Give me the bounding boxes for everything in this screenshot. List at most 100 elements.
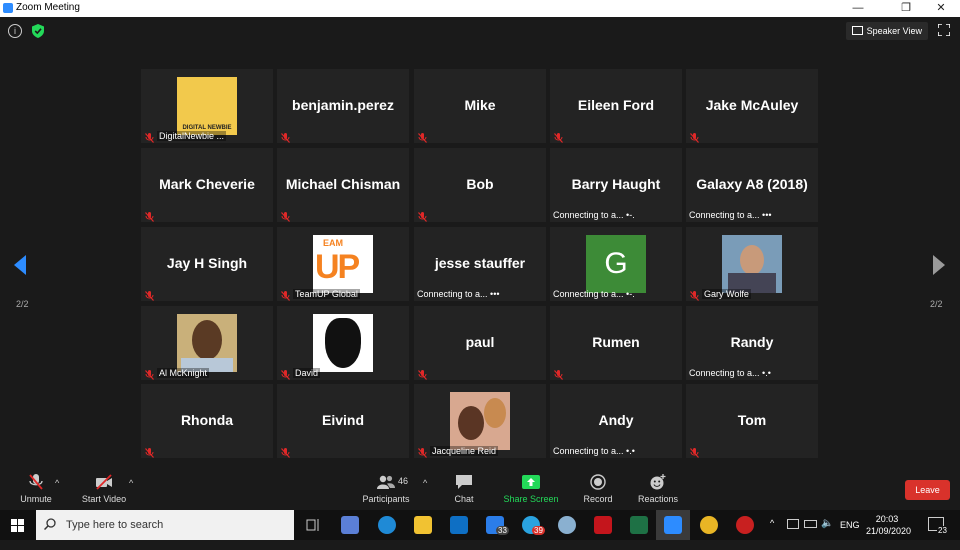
- participant-name: Jake McAuley: [705, 97, 799, 113]
- participant-tile[interactable]: Rhonda: [141, 384, 273, 458]
- task-view-icon[interactable]: [304, 516, 322, 534]
- shield-icon[interactable]: [32, 24, 44, 38]
- minimize-button[interactable]: —: [844, 0, 872, 17]
- close-button[interactable]: ✕: [927, 0, 955, 17]
- anonymous-mask-image: [313, 314, 373, 372]
- participant-name: jesse stauffer: [434, 255, 526, 271]
- share-screen-button[interactable]: Share Screen: [503, 474, 559, 504]
- participant-label: Jacqueline Reid: [430, 446, 499, 456]
- participant-tile[interactable]: Rumen: [550, 306, 682, 380]
- zoom-icon: [664, 516, 682, 534]
- muted-mic-icon: [145, 288, 154, 301]
- participant-tile[interactable]: Barry Haught Connecting to a... •-.: [550, 148, 682, 222]
- participant-name: Rhonda: [180, 412, 234, 428]
- participant-tile[interactable]: Tom: [686, 384, 818, 458]
- zoom-app-icon: [3, 3, 13, 13]
- muted-mic-icon: [145, 445, 154, 458]
- chrome-icon[interactable]: [700, 516, 718, 534]
- network-icon[interactable]: [787, 519, 799, 529]
- language-indicator[interactable]: ENG: [840, 520, 860, 550]
- taskbar-search-box[interactable]: Type here to search: [36, 510, 294, 540]
- video-options-caret-icon[interactable]: ^: [129, 478, 133, 488]
- participant-tile[interactable]: David: [277, 306, 409, 380]
- app-icon-2[interactable]: [558, 516, 576, 534]
- fullscreen-icon[interactable]: [938, 24, 950, 36]
- mail-badge: 33: [496, 526, 509, 535]
- participant-name: Eileen Ford: [577, 97, 655, 113]
- participant-tile[interactable]: EAM UP TeamUP Global: [277, 227, 409, 301]
- participant-name: Barry Haught: [571, 176, 661, 192]
- file-explorer-icon[interactable]: [414, 516, 432, 534]
- excel-icon[interactable]: [630, 516, 648, 534]
- muted-mic-icon: [418, 445, 427, 458]
- restore-button[interactable]: ❐: [892, 0, 920, 17]
- volume-icon[interactable]: 🔈: [821, 518, 833, 548]
- app-icon-3[interactable]: [736, 516, 754, 534]
- connecting-status: Connecting to a... •••: [417, 289, 500, 299]
- telegram-badge: 39: [532, 526, 545, 535]
- teamup-logo: EAM UP: [313, 235, 373, 293]
- start-video-button[interactable]: Start Video: [78, 474, 130, 504]
- participant-tile[interactable]: Jay H Singh: [141, 227, 273, 301]
- participants-button[interactable]: 46 Participants: [360, 474, 412, 504]
- participant-tile[interactable]: G Connecting to a... •-.: [550, 227, 682, 301]
- edge-browser-icon[interactable]: [378, 516, 396, 534]
- participant-name: Andy: [598, 412, 634, 428]
- participant-name: Michael Chisman: [285, 176, 401, 192]
- participant-tile[interactable]: Bob: [414, 148, 546, 222]
- leave-button[interactable]: Leave: [905, 480, 950, 500]
- participant-tile[interactable]: jesse stauffer Connecting to a... •••: [414, 227, 546, 301]
- participant-tile[interactable]: Galaxy A8 (2018) Connecting to a... •••: [686, 148, 818, 222]
- participant-tile[interactable]: DIGITAL NEWBIE DigitalNewbie ...: [141, 69, 273, 143]
- participant-tile[interactable]: Randy Connecting to a... •.•: [686, 306, 818, 380]
- speaker-view-icon: [851, 26, 863, 35]
- previous-page-arrow-icon[interactable]: [14, 255, 26, 275]
- next-page-arrow-icon[interactable]: [933, 255, 945, 275]
- participant-tile[interactable]: Mike: [414, 69, 546, 143]
- share-screen-icon: [522, 475, 540, 489]
- audio-options-caret-icon[interactable]: ^: [55, 478, 59, 488]
- participant-tile[interactable]: Andy Connecting to a... •.•: [550, 384, 682, 458]
- page-indicator-right: 2/2: [930, 299, 943, 309]
- unmute-button[interactable]: Unmute: [16, 474, 56, 504]
- zoom-taskbar-active[interactable]: [656, 510, 690, 540]
- connecting-status: Connecting to a... •.•: [689, 368, 771, 378]
- reactions-button[interactable]: Reactions: [636, 474, 680, 504]
- chat-label: Chat: [454, 494, 474, 504]
- mcafee-icon[interactable]: [594, 516, 612, 534]
- speaker-view-label: Speaker View: [866, 26, 922, 36]
- record-button[interactable]: Record: [582, 474, 614, 504]
- search-icon: [44, 518, 56, 530]
- info-icon[interactable]: i: [8, 24, 22, 38]
- speaker-view-button[interactable]: Speaker View: [845, 22, 928, 40]
- participant-tile[interactable]: Jake McAuley: [686, 69, 818, 143]
- clock[interactable]: 20:03 21/09/2020: [866, 513, 911, 543]
- muted-mic-icon: [29, 474, 43, 490]
- windows-start-icon[interactable]: [11, 519, 24, 532]
- participant-tile[interactable]: Gary Wolfe: [686, 227, 818, 301]
- participant-photo: [450, 392, 510, 450]
- participant-tile[interactable]: Eileen Ford: [550, 69, 682, 143]
- participant-tile[interactable]: Jacqueline Reid: [414, 384, 546, 458]
- participant-tile[interactable]: Mark Cheverie: [141, 148, 273, 222]
- record-label: Record: [583, 494, 613, 504]
- participant-tile[interactable]: Al McKnight: [141, 306, 273, 380]
- title-bar: Zoom Meeting — ❐ ✕: [0, 0, 960, 17]
- tray-overflow-caret-icon[interactable]: ^: [770, 518, 774, 548]
- teamup-logo-top: EAM: [323, 238, 343, 248]
- participant-tile[interactable]: paul: [414, 306, 546, 380]
- participant-tile[interactable]: Michael Chisman: [277, 148, 409, 222]
- participant-name: paul: [465, 334, 495, 350]
- chat-button[interactable]: Chat: [448, 474, 480, 504]
- windows-taskbar: Type here to search 33 39 ^ 🔈 ENG 20:03 …: [0, 510, 960, 540]
- window-title: Zoom Meeting: [16, 2, 80, 13]
- participant-tile[interactable]: Eivind: [277, 384, 409, 458]
- battery-icon[interactable]: [804, 520, 817, 528]
- participant-tile[interactable]: benjamin.perez: [277, 69, 409, 143]
- connecting-status: Connecting to a... •.•: [553, 446, 635, 456]
- participants-options-caret-icon[interactable]: ^: [423, 478, 427, 488]
- muted-mic-icon: [145, 130, 154, 143]
- app-icon-1[interactable]: [341, 516, 359, 534]
- muted-mic-icon: [145, 367, 154, 380]
- outlook-icon[interactable]: [450, 516, 468, 534]
